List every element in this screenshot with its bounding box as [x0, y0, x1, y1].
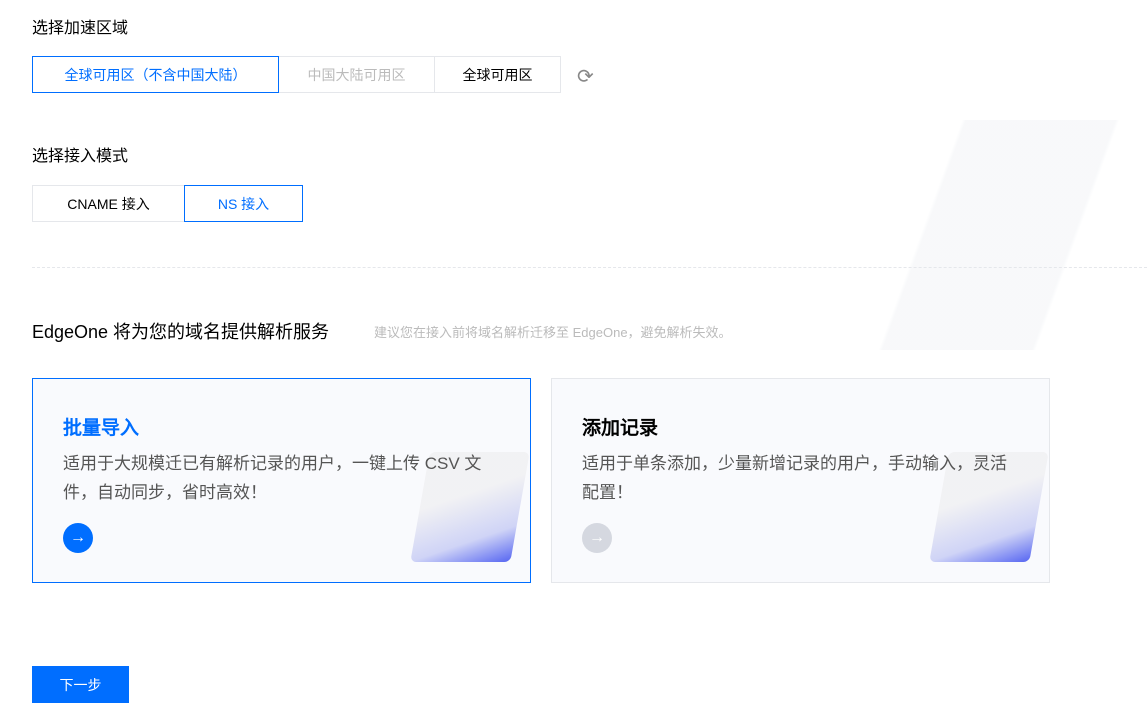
arrow-right-icon[interactable]: →: [582, 523, 612, 553]
dns-hint: 建议您在接入前将域名解析迁移至 EdgeOne，避免解析失效。: [374, 325, 732, 340]
region-label: 选择加速区域: [32, 20, 129, 37]
mode-label: 选择接入模式: [32, 148, 129, 165]
card-add-record[interactable]: 添加记录 适用于单条添加，少量新增记录的用户，手动输入，灵活配置！ →: [551, 378, 1050, 583]
mode-selector: CNAME 接入 NS 接入: [32, 185, 303, 222]
divider: [32, 267, 1147, 268]
region-selector: 全球可用区（不含中国大陆） 中国大陆可用区 全球可用区: [32, 56, 561, 93]
card-title: 添加记录: [582, 418, 659, 439]
dns-title: EdgeOne 将为您的域名提供解析服务: [32, 322, 330, 342]
region-option-global[interactable]: 全球可用区: [434, 56, 561, 93]
refresh-icon[interactable]: ⟳: [577, 64, 594, 89]
mode-option-ns[interactable]: NS 接入: [184, 185, 303, 222]
next-button[interactable]: 下一步: [32, 666, 129, 703]
card-title: 批量导入: [63, 418, 140, 439]
arrow-right-icon[interactable]: →: [63, 523, 93, 553]
card-bulk-import[interactable]: 批量导入 适用于大规模迁已有解析记录的用户，一键上传 CSV 文件，自动同步，省…: [32, 378, 531, 583]
region-option-global-ex-cn[interactable]: 全球可用区（不含中国大陆）: [32, 56, 279, 93]
card-desc: 适用于单条添加，少量新增记录的用户，手动输入，灵活配置！: [582, 454, 1007, 502]
card-desc: 适用于大规模迁已有解析记录的用户，一键上传 CSV 文件，自动同步，省时高效！: [63, 454, 482, 502]
background-decoration: [847, 120, 1147, 350]
region-option-cn: 中国大陆可用区: [278, 56, 435, 93]
mode-option-cname[interactable]: CNAME 接入: [32, 185, 185, 222]
